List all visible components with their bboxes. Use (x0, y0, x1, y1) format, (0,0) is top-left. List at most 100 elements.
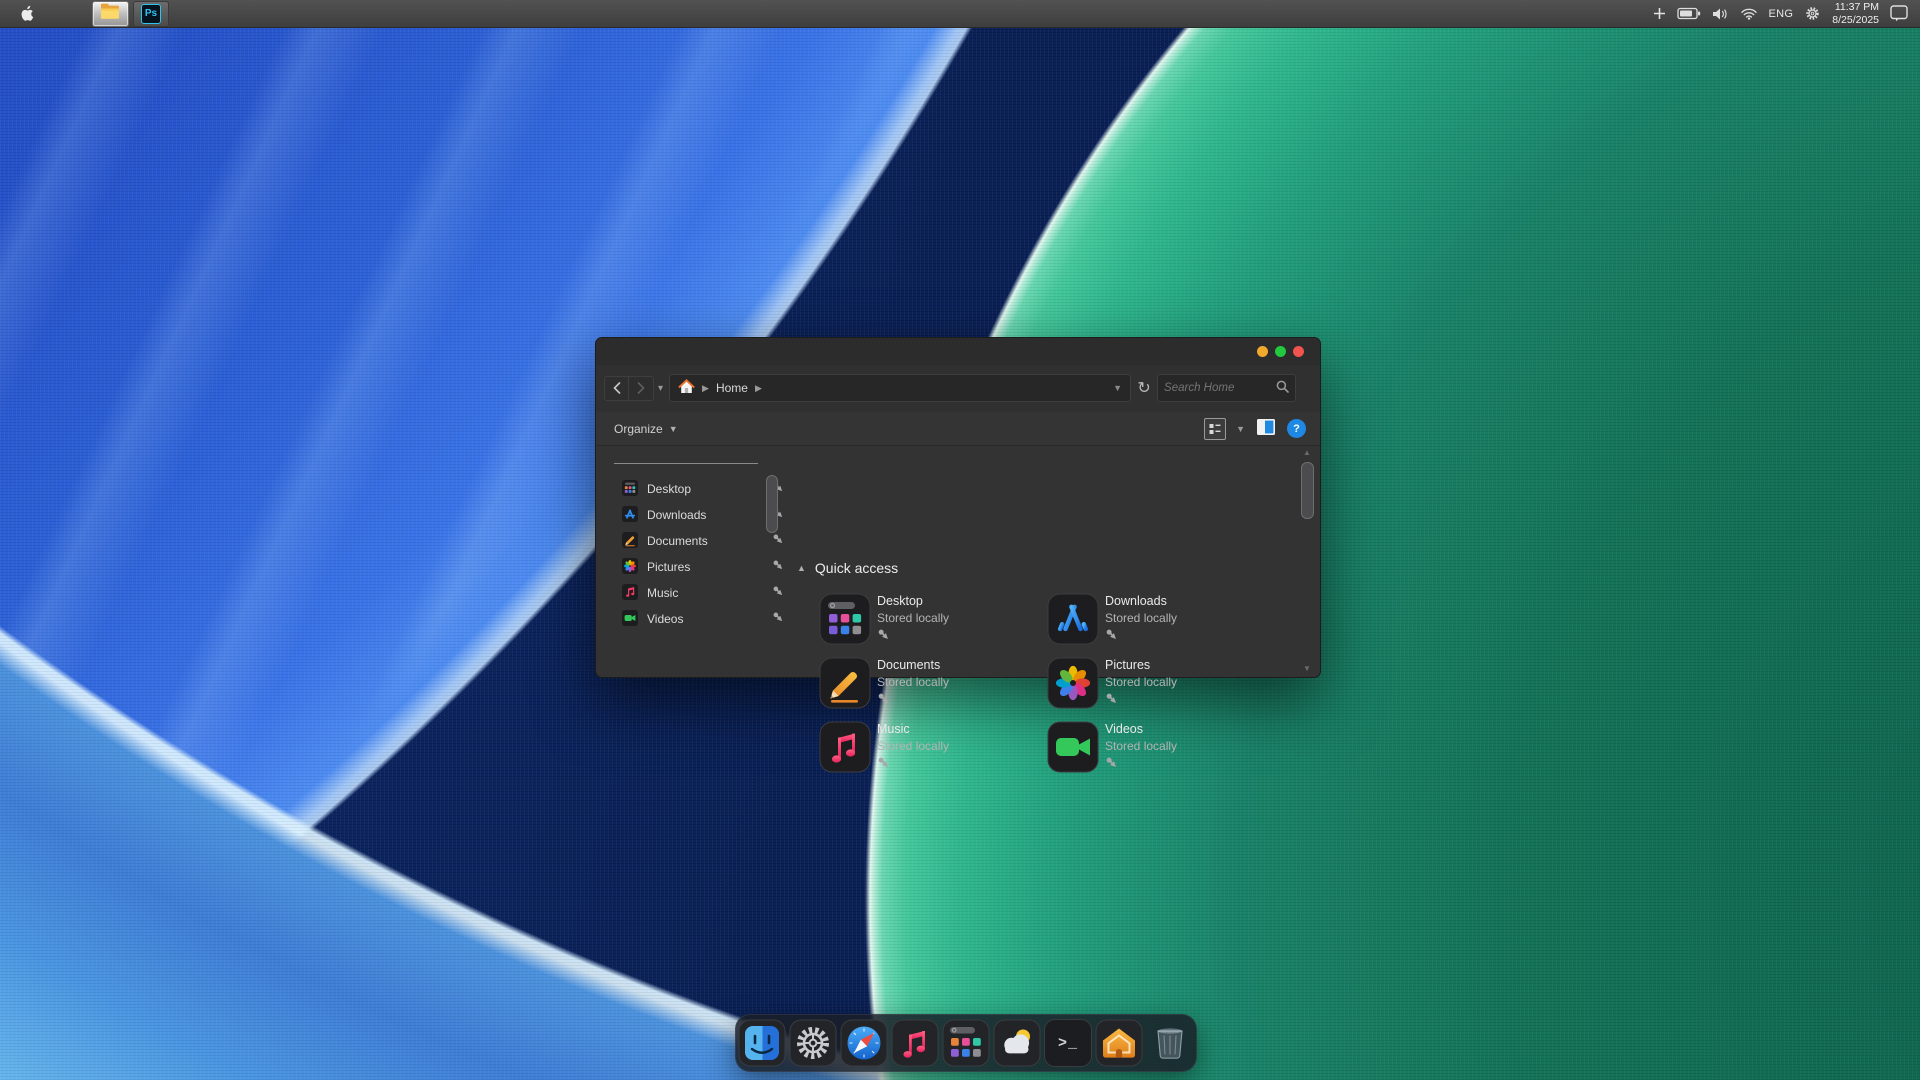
gear-icon[interactable] (1804, 5, 1821, 22)
sidebar-label: Videos (647, 612, 684, 626)
sidebar-item-music[interactable]: Music (622, 582, 783, 604)
dock-weather-icon[interactable] (993, 1019, 1041, 1067)
dock-settings-gear-icon[interactable] (789, 1019, 837, 1067)
search-icon (1276, 380, 1289, 396)
pin-icon (1105, 756, 1119, 773)
tile-subtitle: Stored locally (877, 611, 950, 625)
tile-music[interactable]: Music Stored locally (819, 721, 1034, 775)
pin-icon (877, 692, 891, 709)
dock-home-icon[interactable] (1095, 1019, 1143, 1067)
tile-title: Downloads (1105, 594, 1167, 608)
plus-icon[interactable] (1653, 7, 1666, 20)
dock-launchpad-icon[interactable] (942, 1019, 990, 1067)
quick-access-header[interactable]: ▲ Quick access (797, 560, 898, 576)
volume-icon[interactable] (1712, 7, 1729, 21)
pin-icon[interactable] (772, 611, 785, 627)
tile-documents[interactable]: Documents Stored locally (819, 657, 1034, 711)
address-bar[interactable]: ▶ Home ▶ ▼ (669, 374, 1132, 402)
scrollbar-thumb[interactable] (1301, 462, 1314, 519)
search-box[interactable] (1157, 374, 1297, 402)
breadcrumb-arrow-icon[interactable]: ▶ (755, 383, 762, 394)
tile-subtitle: Stored locally (877, 675, 950, 689)
sidebar-item-downloads[interactable]: Downloads (622, 504, 783, 526)
tile-title: Music (877, 722, 910, 736)
dock-trash-icon[interactable] (1146, 1019, 1194, 1067)
tile-videos[interactable]: Videos Stored locally (1047, 721, 1262, 775)
wifi-icon[interactable] (1740, 7, 1758, 20)
tile-pictures[interactable]: Pictures Stored locally (1047, 657, 1262, 711)
pin-icon[interactable] (772, 533, 785, 549)
app-store-icon (1047, 593, 1099, 645)
taskbar-photoshop-button[interactable]: Ps (133, 0, 169, 27)
app-store-icon (622, 505, 638, 525)
sidebar-item-documents[interactable]: Documents (622, 530, 783, 552)
view-mode-button[interactable] (1204, 417, 1227, 440)
launchpad-icon (622, 479, 638, 499)
tile-downloads[interactable]: Downloads Stored locally (1047, 593, 1262, 647)
clock-date: 8/25/2025 (1832, 13, 1879, 26)
home-icon[interactable] (678, 379, 695, 397)
sidebar-divider (614, 463, 758, 464)
help-button[interactable]: ? (1287, 419, 1306, 438)
dock-safari-icon[interactable] (840, 1019, 888, 1067)
window-titlebar[interactable] (596, 338, 1320, 365)
breadcrumb-arrow-icon[interactable]: ▶ (702, 383, 709, 394)
dock-finder-icon[interactable] (738, 1019, 786, 1067)
address-dropdown-icon[interactable]: ▼ (1113, 383, 1122, 393)
sidebar-item-videos[interactable]: Videos (622, 608, 783, 630)
sidebar-label: Desktop (647, 482, 692, 496)
sidebar-label: Downloads (647, 508, 707, 522)
tile-subtitle: Stored locally (1105, 611, 1178, 625)
preview-pane-button[interactable] (1255, 416, 1277, 441)
dock-music-icon[interactable] (891, 1019, 939, 1067)
tile-subtitle: Stored locally (877, 739, 950, 753)
navigation-bar: ▾ ▶ Home ▶ ▼ ↻ (596, 365, 1320, 411)
pin-icon[interactable] (772, 559, 785, 575)
file-explorer-icon (100, 2, 121, 25)
back-button[interactable] (604, 375, 629, 401)
tile-subtitle: Stored locally (1105, 675, 1178, 689)
pin-icon (1105, 628, 1119, 645)
photoshop-icon: Ps (141, 3, 161, 24)
scroll-down-icon[interactable]: ▼ (1303, 664, 1311, 673)
tile-title: Pictures (1105, 658, 1151, 672)
language-indicator[interactable]: ENG (1769, 8, 1794, 20)
content-scrollbar[interactable]: ▲ ▼ (1301, 448, 1314, 673)
breadcrumb-home[interactable]: Home (716, 381, 748, 395)
sidebar-label: Documents (647, 534, 708, 548)
search-input[interactable] (1164, 382, 1277, 394)
tile-desktop[interactable]: Desktop Stored locally (819, 593, 1034, 647)
organize-label: Organize (614, 421, 663, 436)
notification-center-icon[interactable] (1890, 5, 1908, 22)
sidebar-label: Pictures (647, 560, 691, 574)
battery-icon[interactable] (1676, 7, 1701, 20)
sidebar-item-desktop[interactable]: Desktop (622, 478, 783, 500)
sidebar-scrollbar[interactable] (766, 475, 778, 533)
collapse-icon[interactable]: ▲ (797, 563, 806, 573)
photos-flower-icon (622, 557, 638, 577)
refresh-button[interactable]: ↻ (1131, 378, 1157, 398)
history-dropdown-icon[interactable]: ▾ (658, 383, 663, 394)
view-dropdown-icon[interactable]: ▼ (1236, 424, 1245, 434)
window-body: Desktop Downloads Documents Pictures Mus… (596, 446, 1320, 773)
command-toolbar: Organize ▼ ▼ ? (596, 412, 1320, 446)
sidebar-item-pictures[interactable]: Pictures (622, 556, 783, 578)
file-explorer-window: ▾ ▶ Home ▶ ▼ ↻ Organize ▼ (595, 337, 1321, 773)
tile-title: Desktop (877, 594, 923, 608)
clock[interactable]: 11:37 PM 8/25/2025 (1832, 1, 1879, 26)
pin-icon (1105, 692, 1119, 709)
forward-button[interactable] (629, 375, 654, 401)
apple-menu-icon[interactable] (8, 4, 46, 23)
close-button[interactable] (1293, 346, 1304, 357)
pin-icon[interactable] (772, 585, 785, 601)
clock-time: 11:37 PM (1834, 0, 1879, 13)
dock-terminal-icon[interactable]: >_ (1044, 1019, 1092, 1067)
scroll-up-icon[interactable]: ▲ (1303, 448, 1311, 457)
photos-flower-icon (1047, 657, 1099, 709)
minimize-button[interactable] (1257, 346, 1268, 357)
maximize-button[interactable] (1275, 346, 1286, 357)
organize-menu[interactable]: Organize ▼ (614, 422, 678, 436)
music-note-icon (819, 721, 871, 773)
launchpad-icon (819, 593, 871, 645)
taskbar-file-explorer-button[interactable] (92, 0, 129, 27)
